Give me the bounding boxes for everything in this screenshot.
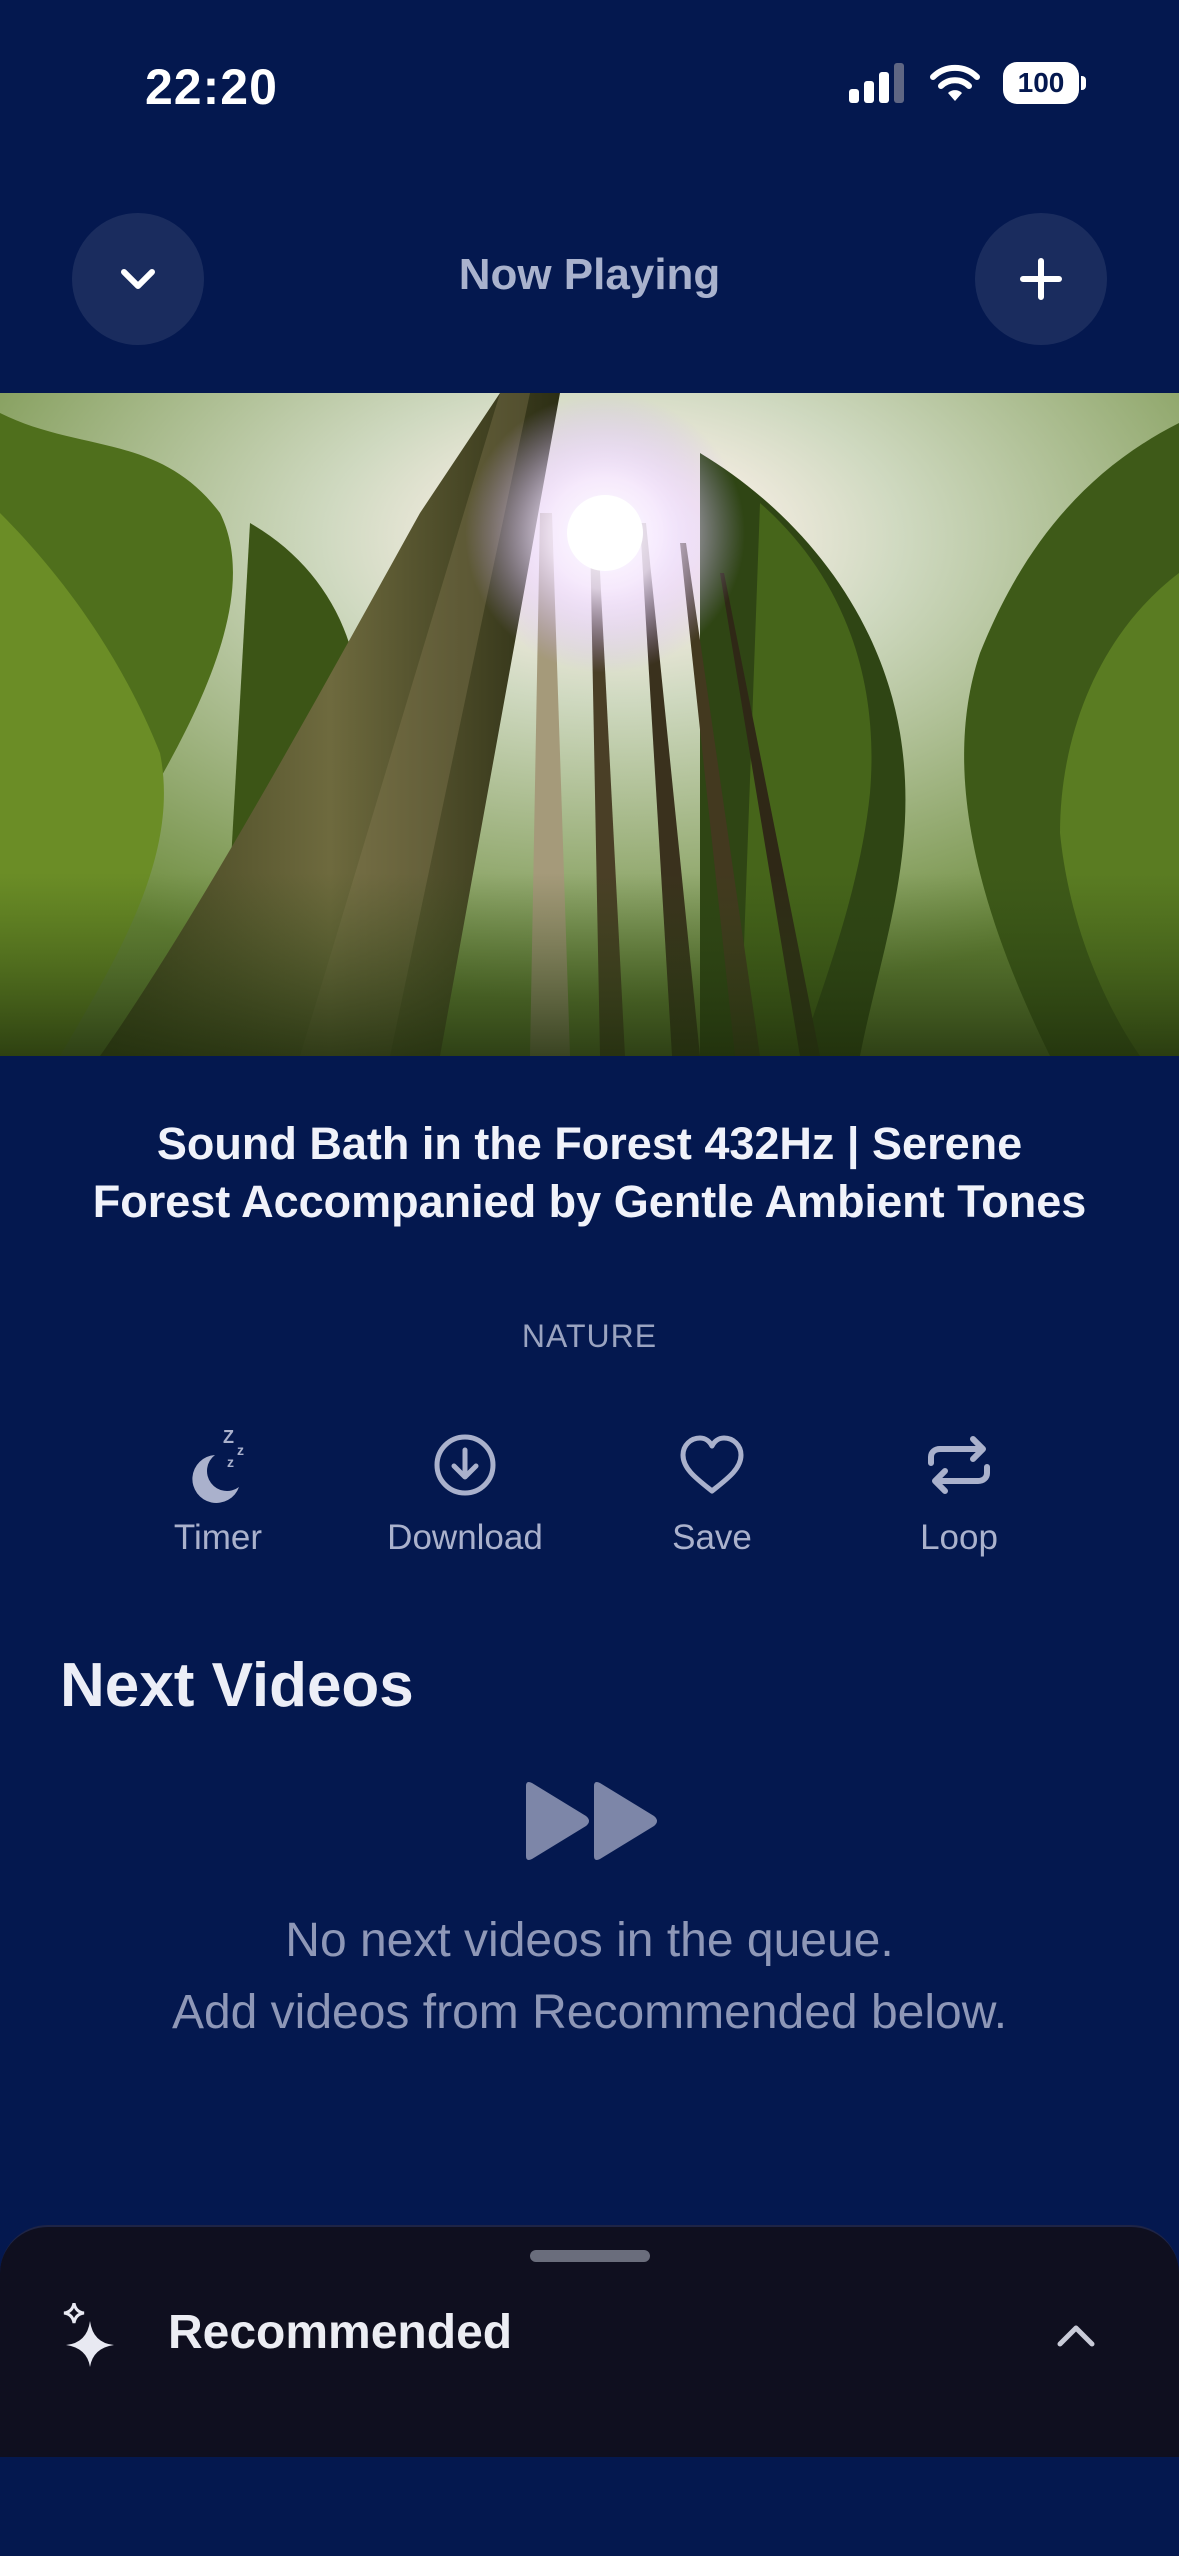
svg-text:Z: Z (223, 1427, 234, 1447)
battery-level: 100 (1017, 67, 1065, 98)
next-videos-title: Next Videos (60, 1651, 414, 1720)
plus-icon (1020, 258, 1062, 300)
recommended-label: Recommended (168, 2306, 513, 2359)
loop-label: Loop (920, 1518, 998, 1557)
empty-queue-line-1: No next videos in the queue. (285, 1914, 894, 1967)
timer-moon-icon: Z z z (192, 1427, 244, 1503)
timer-label: Timer (173, 1518, 263, 1557)
sparkles-icon (60, 2302, 120, 2372)
add-button[interactable] (975, 213, 1107, 345)
svg-text:z: z (237, 1442, 244, 1458)
chevron-up-icon[interactable] (1054, 2318, 1098, 2355)
sheet-grabber[interactable] (530, 2250, 650, 2262)
loop-button[interactable]: Loop (859, 1420, 1059, 1558)
wifi-icon (930, 64, 980, 101)
cellular-signal-icon (849, 63, 904, 103)
fast-forward-icon (520, 1778, 666, 1869)
status-time: 22:20 (145, 59, 278, 115)
download-label: Download (387, 1518, 543, 1557)
download-icon (434, 1434, 496, 1496)
download-button[interactable]: Download (365, 1420, 565, 1558)
heart-icon (680, 1435, 744, 1494)
empty-queue-message: No next videos in the queue. Add videos … (0, 1905, 1179, 2049)
video-title: Sound Bath in the Forest 432Hz | Serene … (92, 1118, 1087, 1227)
video-category: NATURE (521, 1318, 658, 1354)
save-button[interactable]: Save (612, 1420, 812, 1558)
timer-button[interactable]: Z z z Timer (118, 1420, 318, 1558)
empty-queue-line-2: Add videos from Recommended below. (171, 1986, 1008, 2039)
battery-indicator: 100 (1003, 62, 1086, 104)
loop-icon (928, 1436, 990, 1494)
video-thumbnail[interactable] (0, 393, 1179, 1056)
save-label: Save (672, 1518, 752, 1557)
status-icons: 100 (849, 62, 1086, 104)
svg-text:z: z (227, 1454, 234, 1470)
